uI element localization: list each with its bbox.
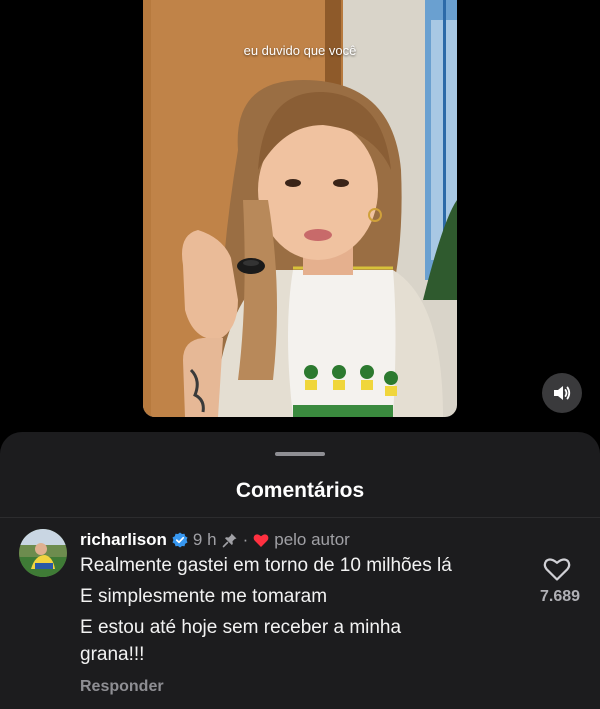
separator-dot: ·: [242, 530, 249, 549]
liked-by-author-label: pelo autor: [274, 530, 350, 549]
comments-sheet: Comentários richarlison 9 h · pelo autor…: [0, 432, 600, 709]
like-button[interactable]: [543, 556, 573, 584]
sheet-title: Comentários: [235, 479, 365, 502]
verified-badge-icon: [172, 532, 188, 548]
comment-meta: richarlison 9 h · pelo autor: [80, 529, 350, 551]
speaker-icon: [554, 386, 571, 400]
comment-text-line: E simplesmente me tomaram: [80, 586, 328, 607]
video-caption: eu duvido que você: [243, 43, 357, 58]
mute-button[interactable]: [542, 373, 582, 413]
video-frame: [143, 0, 457, 417]
heart-icon: [253, 533, 269, 547]
heart-outline-icon: [543, 558, 571, 581]
comment-time: 9 h: [192, 530, 217, 549]
pin-icon: [222, 533, 237, 548]
video-player[interactable]: eu duvido que você: [143, 0, 457, 417]
comment-text-line: E estou até hoje sem receber a minha: [80, 617, 402, 638]
comment-text-line: Realmente gastei em torno de 10 milhões …: [80, 555, 452, 576]
comment-text-line: grana!!!: [80, 644, 145, 665]
reply-button[interactable]: Responder: [80, 678, 164, 696]
like-count: 7.689: [539, 588, 581, 605]
drag-handle[interactable]: [275, 452, 325, 456]
avatar[interactable]: [19, 529, 67, 577]
username[interactable]: richarlison: [80, 530, 167, 550]
comment-item: richarlison 9 h · pelo autor Realmente g…: [0, 525, 600, 705]
divider: [0, 517, 600, 518]
avatar-image: [19, 529, 67, 577]
